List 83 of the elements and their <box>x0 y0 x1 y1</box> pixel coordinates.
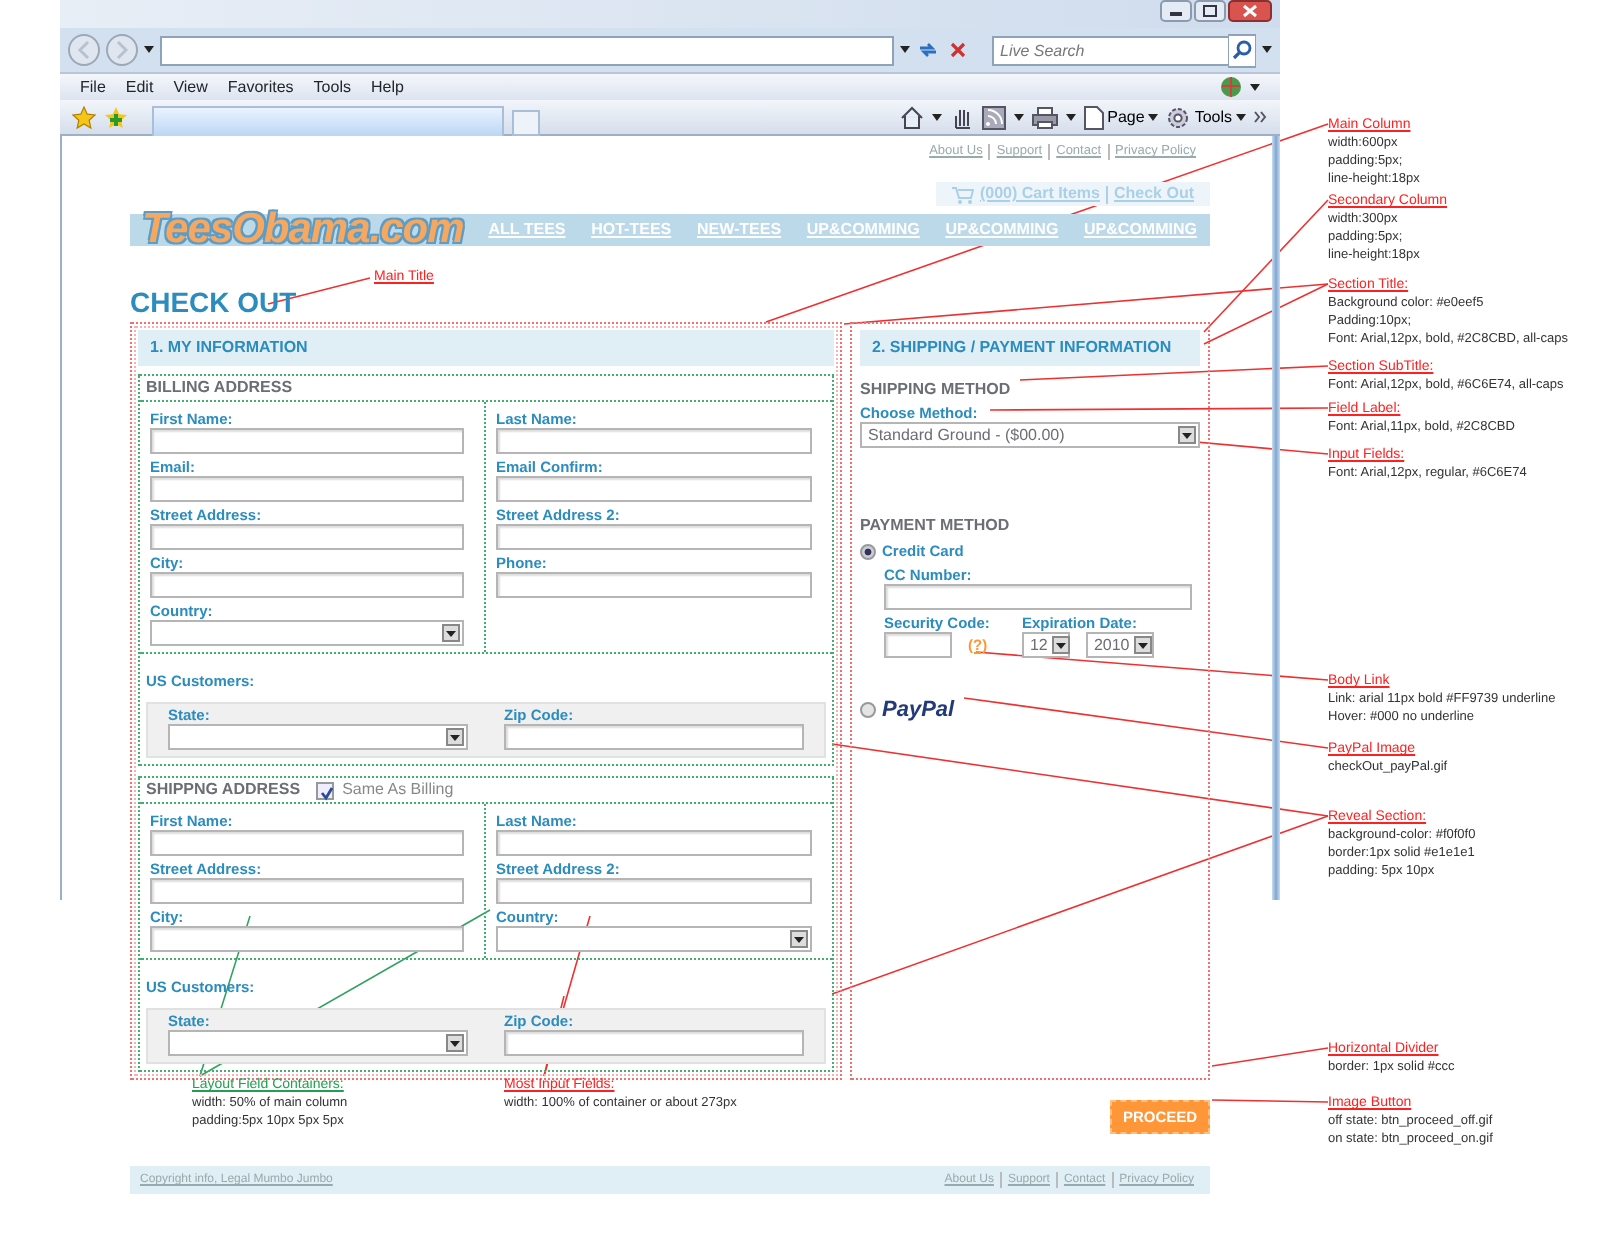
section-subtitle: PAYMENT METHOD <box>860 516 1010 536</box>
caret-icon[interactable] <box>442 624 460 642</box>
address-field[interactable] <box>160 35 894 65</box>
cart-icon <box>951 185 974 203</box>
toolbar-button[interactable]: Tools <box>1166 105 1246 129</box>
dropdown[interactable]: Standard Ground - ($00.00) <box>860 422 1200 448</box>
menu-item[interactable]: Edit <box>125 77 154 97</box>
checkmark-icon <box>318 783 337 801</box>
caret-icon[interactable] <box>1262 46 1272 54</box>
menu-item[interactable]: File <box>80 77 106 97</box>
caret-icon[interactable] <box>446 1034 464 1052</box>
input-field[interactable] <box>496 476 812 502</box>
input-field[interactable] <box>150 830 464 856</box>
refresh-icon[interactable] <box>916 38 940 62</box>
back-button[interactable] <box>68 34 100 66</box>
input-field[interactable] <box>496 572 812 598</box>
section-subtitle: SHIPPNG ADDRESS <box>146 780 301 800</box>
input-field[interactable] <box>150 428 464 454</box>
home-icon[interactable] <box>899 105 924 129</box>
toolbar-button[interactable]: Page <box>1083 105 1159 129</box>
caret-icon[interactable] <box>446 728 464 746</box>
maximize-button[interactable] <box>1194 0 1226 22</box>
star-icon[interactable] <box>72 105 96 129</box>
caret-icon[interactable] <box>1013 113 1024 121</box>
input-field[interactable] <box>496 524 812 550</box>
dropdown[interactable]: 12 <box>1021 632 1070 658</box>
caret-icon[interactable] <box>1178 426 1196 444</box>
checkout-link[interactable]: Check Out <box>1113 184 1194 204</box>
dropdown[interactable]: 2010 <box>1085 632 1154 658</box>
input-field[interactable] <box>150 524 464 550</box>
nav-link[interactable]: HOT-TEES <box>591 220 672 240</box>
minimize-button[interactable] <box>1160 0 1192 22</box>
menu-item[interactable]: Tools <box>313 77 351 97</box>
input-field[interactable] <box>884 584 1192 610</box>
input-field[interactable] <box>504 1030 804 1056</box>
nav-link[interactable]: UP&COMMING <box>945 220 1059 240</box>
section-subtitle: SHIPPING METHOD <box>860 380 1011 400</box>
input-field[interactable] <box>496 878 812 904</box>
feed-icon[interactable] <box>981 105 1006 129</box>
input-field[interactable] <box>150 926 464 952</box>
caret-icon[interactable] <box>1133 636 1152 654</box>
caret-icon[interactable] <box>1250 83 1260 91</box>
input-field[interactable] <box>150 878 464 904</box>
radio-button[interactable] <box>860 702 876 718</box>
cart-link[interactable]: (000) Cart Items <box>979 184 1100 204</box>
menu-item[interactable]: Help <box>370 77 404 97</box>
chevron-icon[interactable] <box>1254 110 1268 124</box>
menu-item[interactable]: View <box>173 77 208 97</box>
add-favorite-icon[interactable] <box>104 105 128 129</box>
input-field[interactable] <box>504 724 804 750</box>
close-button[interactable] <box>1228 0 1272 22</box>
stop-icon[interactable] <box>946 38 970 62</box>
page-icon <box>1083 105 1104 129</box>
caret-icon[interactable] <box>1065 113 1076 121</box>
input-field[interactable] <box>150 572 464 598</box>
caret-icon[interactable] <box>144 46 154 54</box>
nav-link[interactable]: NEW-TEES <box>696 220 782 240</box>
input-field[interactable] <box>884 632 952 658</box>
caret-icon[interactable] <box>931 113 942 121</box>
nav-link[interactable]: ALL TEES <box>488 220 566 240</box>
section-subtitle: BILLING ADDRESS <box>146 378 293 398</box>
caret-icon[interactable] <box>1148 113 1159 121</box>
nav-link[interactable]: UP&COMMING <box>806 220 920 240</box>
nav-link[interactable]: UP&COMMING <box>1084 220 1197 240</box>
logo[interactable]: TeesObama.com <box>142 194 464 266</box>
caret-icon[interactable] <box>900 46 910 54</box>
paypal-logo[interactable]: PayPal <box>882 698 955 722</box>
section-title: 2. SHIPPING / PAYMENT INFORMATION <box>860 330 1200 366</box>
checkbox-label: Same As Billing <box>342 780 454 800</box>
page-title: CHECK OUT <box>130 286 297 318</box>
checkbox[interactable] <box>316 781 335 799</box>
input-field[interactable] <box>496 428 812 454</box>
caret-icon[interactable] <box>790 930 808 948</box>
search-icon[interactable] <box>1228 33 1256 67</box>
caret-icon[interactable] <box>1236 113 1246 121</box>
section-title: 1. MY INFORMATION <box>138 330 834 366</box>
input-field[interactable] <box>150 476 464 502</box>
caret-icon[interactable] <box>1051 636 1070 654</box>
input-field[interactable] <box>496 830 812 856</box>
gear-icon <box>1166 105 1191 129</box>
printer-icon[interactable] <box>1031 105 1058 129</box>
radio-button[interactable] <box>860 544 876 560</box>
menu-item[interactable]: Favorites <box>227 77 294 97</box>
